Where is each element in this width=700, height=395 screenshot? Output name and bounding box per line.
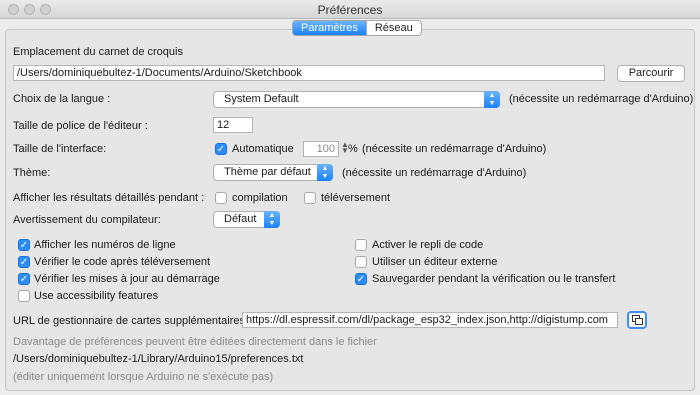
interface-scale-label: Taille de l'interface:	[13, 143, 107, 155]
board-urls-input[interactable]: https://dl.espressif.com/dl/package_esp3…	[242, 312, 618, 328]
chevron-updown-icon: ▲ ▼	[317, 164, 333, 181]
browse-button[interactable]: Parcourir	[617, 65, 685, 82]
checkmark-icon: ✓	[19, 274, 29, 285]
save-on-verify-label: Sauvegarder pendant la vérification ou l…	[372, 273, 616, 285]
verbose-compile-label: compilation	[232, 192, 288, 204]
window-title: Préférences	[317, 3, 383, 17]
accessibility-checkbox[interactable]	[18, 290, 30, 302]
language-select[interactable]: System Default ▲ ▼	[213, 91, 500, 108]
tab-bar: Paramètres Réseau	[292, 20, 422, 36]
preferences-file-path: /Users/dominiquebultez-1/Library/Arduino…	[13, 353, 304, 365]
chevron-updown-icon: ▲ ▼	[484, 91, 500, 108]
tab-reseau[interactable]: Réseau	[365, 21, 421, 35]
code-folding-label: Activer le repli de code	[372, 239, 484, 251]
title-bar: Préférences	[0, 0, 700, 19]
auto-scale-checkbox[interactable]: ✓	[215, 143, 227, 155]
compiler-warnings-label: Avertissement du compilateur:	[13, 214, 161, 226]
interface-scale-unit: %	[348, 143, 358, 155]
theme-label: Thème:	[13, 167, 51, 179]
verbose-label: Afficher les résultats détaillés pendant…	[13, 192, 205, 204]
save-on-verify-checkbox[interactable]: ✓	[355, 273, 367, 285]
external-editor-checkbox[interactable]	[355, 256, 367, 268]
font-size-label: Taille de police de l'éditeur :	[13, 120, 148, 132]
checkmark-icon: ✓	[356, 274, 366, 285]
checkmark-icon: ✓	[216, 144, 226, 155]
auto-scale-label: Automatique	[232, 143, 294, 155]
verbose-upload-label: téléversement	[321, 192, 391, 204]
line-numbers-label: Afficher les numéros de ligne	[34, 239, 176, 251]
footer-more-prefs-note: Davantage de préférences peuvent être éd…	[13, 336, 377, 348]
theme-select-value: Thème par défaut	[224, 166, 311, 178]
interface-scale-input[interactable]: 100	[303, 141, 339, 157]
sketchbook-label: Emplacement du carnet de croquis	[13, 46, 183, 58]
checkmark-icon: ✓	[19, 257, 29, 268]
compiler-warnings-value: Défaut	[224, 213, 257, 225]
edit-urls-button[interactable]	[627, 311, 647, 329]
interface-scale-restart-note: (nécessite un redémarrage d'Arduino)	[362, 143, 547, 155]
verbose-upload-checkbox[interactable]	[304, 192, 316, 204]
check-updates-checkbox[interactable]: ✓	[18, 273, 30, 285]
external-editor-label: Utiliser un éditeur externe	[372, 256, 498, 268]
sketchbook-path-input[interactable]: /Users/dominiquebultez-1/Documents/Ardui…	[13, 65, 605, 81]
accessibility-label: Use accessibility features	[34, 290, 159, 302]
language-restart-note: (nécessite un redémarrage d'Arduino)	[509, 93, 694, 105]
theme-restart-note: (nécessite un redémarrage d'Arduino)	[342, 167, 527, 179]
language-label: Choix de la langue :	[13, 93, 111, 105]
line-numbers-checkbox[interactable]: ✓	[18, 239, 30, 251]
font-size-input[interactable]: 12	[213, 117, 253, 133]
footer-edit-note: (éditer uniquement lorsque Arduino ne s'…	[13, 371, 274, 383]
chevron-updown-icon: ▲ ▼	[264, 211, 280, 228]
verify-upload-label: Vérifier le code après téléversement	[34, 256, 211, 268]
code-folding-checkbox[interactable]	[355, 239, 367, 251]
compiler-warnings-select[interactable]: Défaut ▲ ▼	[213, 211, 280, 228]
theme-select[interactable]: Thème par défaut ▲ ▼	[213, 164, 333, 181]
board-urls-label: URL de gestionnaire de cartes supplément…	[13, 315, 245, 327]
verify-upload-checkbox[interactable]: ✓	[18, 256, 30, 268]
tab-parametres[interactable]: Paramètres	[293, 21, 366, 35]
checkmark-icon: ✓	[19, 240, 29, 251]
verbose-compile-checkbox[interactable]	[215, 192, 227, 204]
language-select-value: System Default	[224, 93, 299, 105]
check-updates-label: Vérifier les mises à jour au démarrage	[34, 273, 220, 285]
